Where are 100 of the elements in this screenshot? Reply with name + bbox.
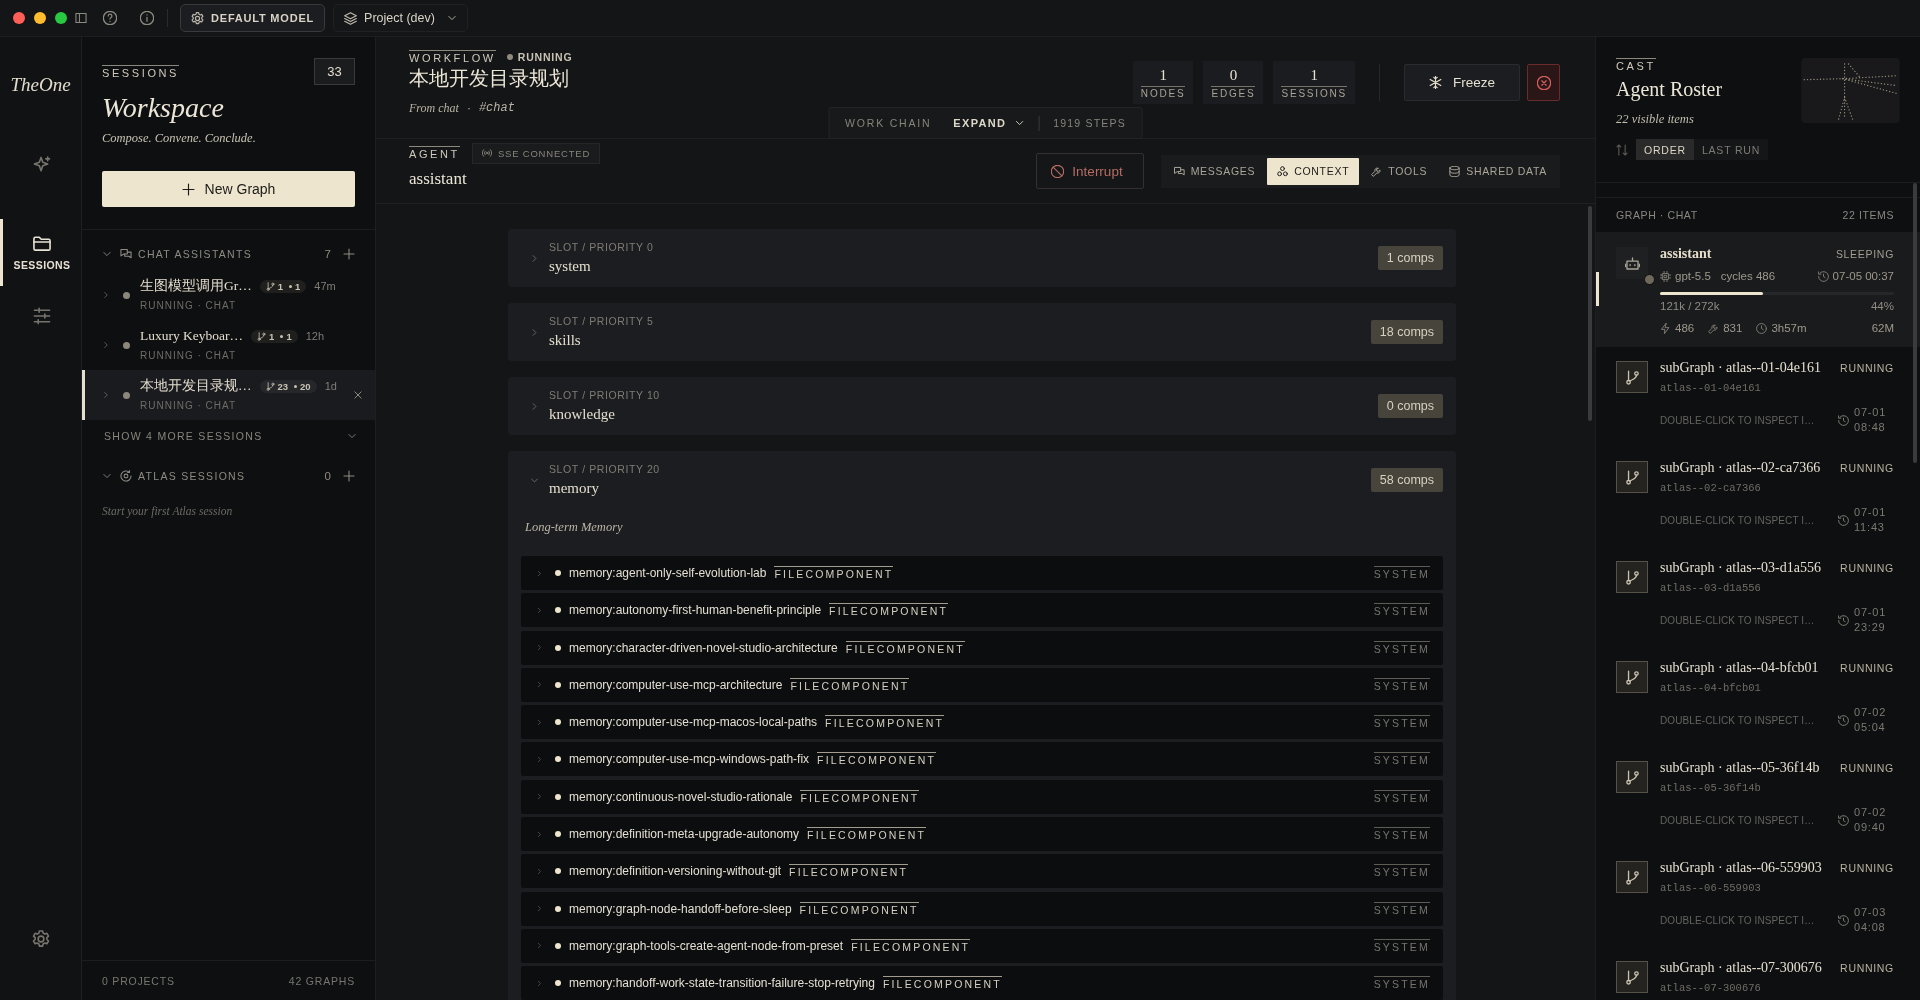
component-type: FILECOMPONENT <box>790 677 910 692</box>
bullet-icon <box>555 607 561 614</box>
memory-item[interactable]: memory:graph-tools-create-agent-node-from-preset FILECOMPONENT SYSTEM <box>521 928 1443 963</box>
slot-header[interactable]: SLOT / PRIORITY 10 knowledge 0 comps <box>508 377 1456 435</box>
plus-icon[interactable] <box>343 248 355 260</box>
new-graph-button[interactable]: New Graph <box>102 171 355 207</box>
scrollbar[interactable] <box>1913 183 1917 463</box>
workflow-status: RUNNING <box>517 51 573 63</box>
component-scope: SYSTEM <box>1373 827 1430 842</box>
bullet-icon <box>555 980 561 987</box>
group-count: 7 <box>324 248 331 260</box>
clock-icon <box>1756 322 1768 334</box>
minimap-drawing[interactable] <box>1801 58 1900 123</box>
memory-item[interactable]: memory:handoff-work-state-transition-failure-stop-retrying FILECOMPONENT SYSTEM <box>521 966 1443 1000</box>
subgraph-item[interactable]: subGraph · atlas--03-d1a556 RUNNING atlas--03-d1a556 DOUBLE-CLICK TO INSPECT I… 07-01 23:29 <box>1596 547 1920 647</box>
branch-icon <box>1616 661 1648 693</box>
memory-item[interactable]: memory:autonomy-first-human-benefit-principle FILECOMPONENT SYSTEM <box>521 593 1443 628</box>
subgraph-item[interactable]: subGraph · atlas--05-36f14b RUNNING atlas--05-36f14b DOUBLE-CLICK TO INSPECT I… 07-02 09:40 <box>1596 747 1920 847</box>
subgraph-id: atlas--05-36f14b <box>1660 781 1762 795</box>
run-count: 486 <box>1675 322 1695 334</box>
gear-icon <box>191 11 204 25</box>
memory-item[interactable]: memory:graph-node-handoff-before-sleep FILECOMPONENT SYSTEM <box>521 891 1443 926</box>
interrupt-button[interactable]: Interrupt <box>1036 153 1144 189</box>
component-type: FILECOMPONENT <box>807 827 927 842</box>
session-item[interactable]: 本地开发目录规… 23 20 1d RUNNING · CHAT <box>82 370 375 420</box>
subgraph-name: subGraph · atlas--05-36f14b <box>1660 760 1820 776</box>
subgraph-item[interactable]: subGraph · atlas--07-300676 RUNNING atlas--07-300676 <box>1596 947 1920 1000</box>
freeze-button[interactable]: Freeze <box>1403 64 1520 101</box>
bolt-icon <box>1660 322 1671 334</box>
slot-header[interactable]: SLOT / PRIORITY 5 skills 18 comps <box>508 303 1456 361</box>
subgraph-name: subGraph · atlas--06-559903 <box>1660 860 1822 876</box>
tab[interactable]: CONTEXT <box>1267 157 1360 185</box>
expand-button[interactable]: EXPAND <box>953 117 1025 129</box>
sparkle-icon <box>33 156 51 174</box>
run-duration: 3h57m <box>1771 322 1807 334</box>
session-item[interactable]: 生图模型调用Gr… 1 1 47m RUNNING · CHAT <box>82 270 375 320</box>
slot-header[interactable]: SLOT / PRIORITY 20 memory 58 comps <box>508 451 1456 509</box>
component-scope: SYSTEM <box>1373 752 1430 767</box>
session-item[interactable]: Luxury Keyboar… 1 1 12h RUNNING · CHAT <box>82 320 375 370</box>
component-scope: SYSTEM <box>1373 976 1430 991</box>
node-count: 1 <box>295 280 301 292</box>
snowflake-icon <box>1428 76 1442 89</box>
memory-name: memory:graph-node-handoff-before-sleep <box>569 901 792 916</box>
stat-label: SESSIONS <box>1281 86 1347 100</box>
tab[interactable]: SHARED DATA <box>1439 157 1557 185</box>
info-icon[interactable] <box>140 11 154 25</box>
memory-item[interactable]: memory:character-driven-novel-studio-architecture FILECOMPONENT SYSTEM <box>521 630 1443 665</box>
plus-icon[interactable] <box>343 470 355 482</box>
plus-icon <box>181 182 195 196</box>
subgraph-item[interactable]: subGraph · atlas--01-04e161 RUNNING atlas--01-04e161 DOUBLE-CLICK TO INSPECT I… 07-01 08:48 <box>1596 347 1920 447</box>
chevron-right-icon[interactable] <box>102 290 110 300</box>
sort-option[interactable]: LAST RUN <box>1693 139 1769 160</box>
scrollbar[interactable] <box>1588 206 1592 421</box>
project-dropdown[interactable]: Project (dev) <box>333 4 468 32</box>
session-title: 生图模型调用Gr… <box>140 277 252 295</box>
sidebar-icon[interactable] <box>75 12 87 24</box>
projects-count: 0 PROJECTS <box>102 974 175 987</box>
tab[interactable]: MESSAGES <box>1163 157 1266 185</box>
agent-card[interactable]: assistant SLEEPING gpt-5.5 cycles 486 07-05 00:37 121k / 272k 44% 486 831 3h57m 62M <box>1596 232 1920 347</box>
memory-item[interactable]: memory:computer-use-mcp-windows-path-fix FILECOMPONENT SYSTEM <box>521 742 1443 777</box>
show-more-button[interactable]: SHOW 4 MORE SESSIONS <box>82 420 375 452</box>
roster-subtitle: 22 visible items <box>1616 111 1694 128</box>
memory-item[interactable]: memory:agent-only-self-evolution-lab FILECOMPONENT SYSTEM <box>521 556 1443 590</box>
subgraph-item[interactable]: subGraph · atlas--02-ca7366 RUNNING atlas--02-ca7366 DOUBLE-CLICK TO INSPECT I… 07-01 11:43 <box>1596 447 1920 547</box>
stop-button[interactable] <box>1527 64 1560 101</box>
bullet-icon <box>555 831 561 838</box>
memory-item[interactable]: memory:definition-versioning-without-git FILECOMPONENT SYSTEM <box>521 854 1443 889</box>
window-minimize-button[interactable] <box>34 12 46 24</box>
sort-icon[interactable] <box>1616 143 1628 156</box>
default-model-button[interactable]: DEFAULT MODEL <box>180 4 326 32</box>
memory-item[interactable]: memory:computer-use-mcp-macos-local-paths FILECOMPONENT SYSTEM <box>521 705 1443 740</box>
close-icon[interactable] <box>353 390 363 400</box>
slot-header[interactable]: SLOT / PRIORITY 0 system 1 comps <box>508 229 1456 287</box>
group-label: CHAT ASSISTANTS <box>138 248 254 260</box>
chevron-icon[interactable] <box>102 471 112 481</box>
window-zoom-button[interactable] <box>55 12 67 24</box>
chevron-icon[interactable] <box>102 249 112 259</box>
slot-priority: SLOT / PRIORITY 0 <box>549 241 655 254</box>
memory-item[interactable]: memory:definition-meta-upgrade-autonomy FILECOMPONENT SYSTEM <box>521 817 1443 852</box>
window-close-button[interactable] <box>13 12 25 24</box>
tab[interactable]: TOOLS <box>1361 157 1438 185</box>
circles-icon <box>1277 165 1289 177</box>
session-title: 本地开发目录规… <box>140 377 252 395</box>
memory-size: 62M <box>1871 322 1894 334</box>
memory-item[interactable]: memory:continuous-novel-studio-rationale FILECOMPONENT SYSTEM <box>521 779 1443 814</box>
chevron-down-icon <box>347 431 357 441</box>
branch-count: 1 <box>277 280 284 292</box>
subgraph-item[interactable]: subGraph · atlas--06-559903 RUNNING atlas--06-559903 DOUBLE-CLICK TO INSPECT I… 07-03 04:08 <box>1596 847 1920 947</box>
settings-icon[interactable] <box>31 930 50 948</box>
node-count: 20 <box>300 380 311 392</box>
step-count: 1919 STEPS <box>1053 117 1126 129</box>
chevron-right-icon[interactable] <box>102 390 110 400</box>
chat-bubbles-icon <box>120 248 132 260</box>
chevron-down-icon <box>1014 118 1025 128</box>
help-icon[interactable] <box>103 11 117 25</box>
chevron-right-icon <box>536 941 543 951</box>
chevron-right-icon[interactable] <box>102 340 110 350</box>
sort-option[interactable]: ORDER <box>1636 139 1694 160</box>
memory-item[interactable]: memory:computer-use-mcp-architecture FILECOMPONENT SYSTEM <box>521 667 1443 702</box>
subgraph-item[interactable]: subGraph · atlas--04-bfcb01 RUNNING atlas--04-bfcb01 DOUBLE-CLICK TO INSPECT I… 07-02 05:04 <box>1596 647 1920 747</box>
